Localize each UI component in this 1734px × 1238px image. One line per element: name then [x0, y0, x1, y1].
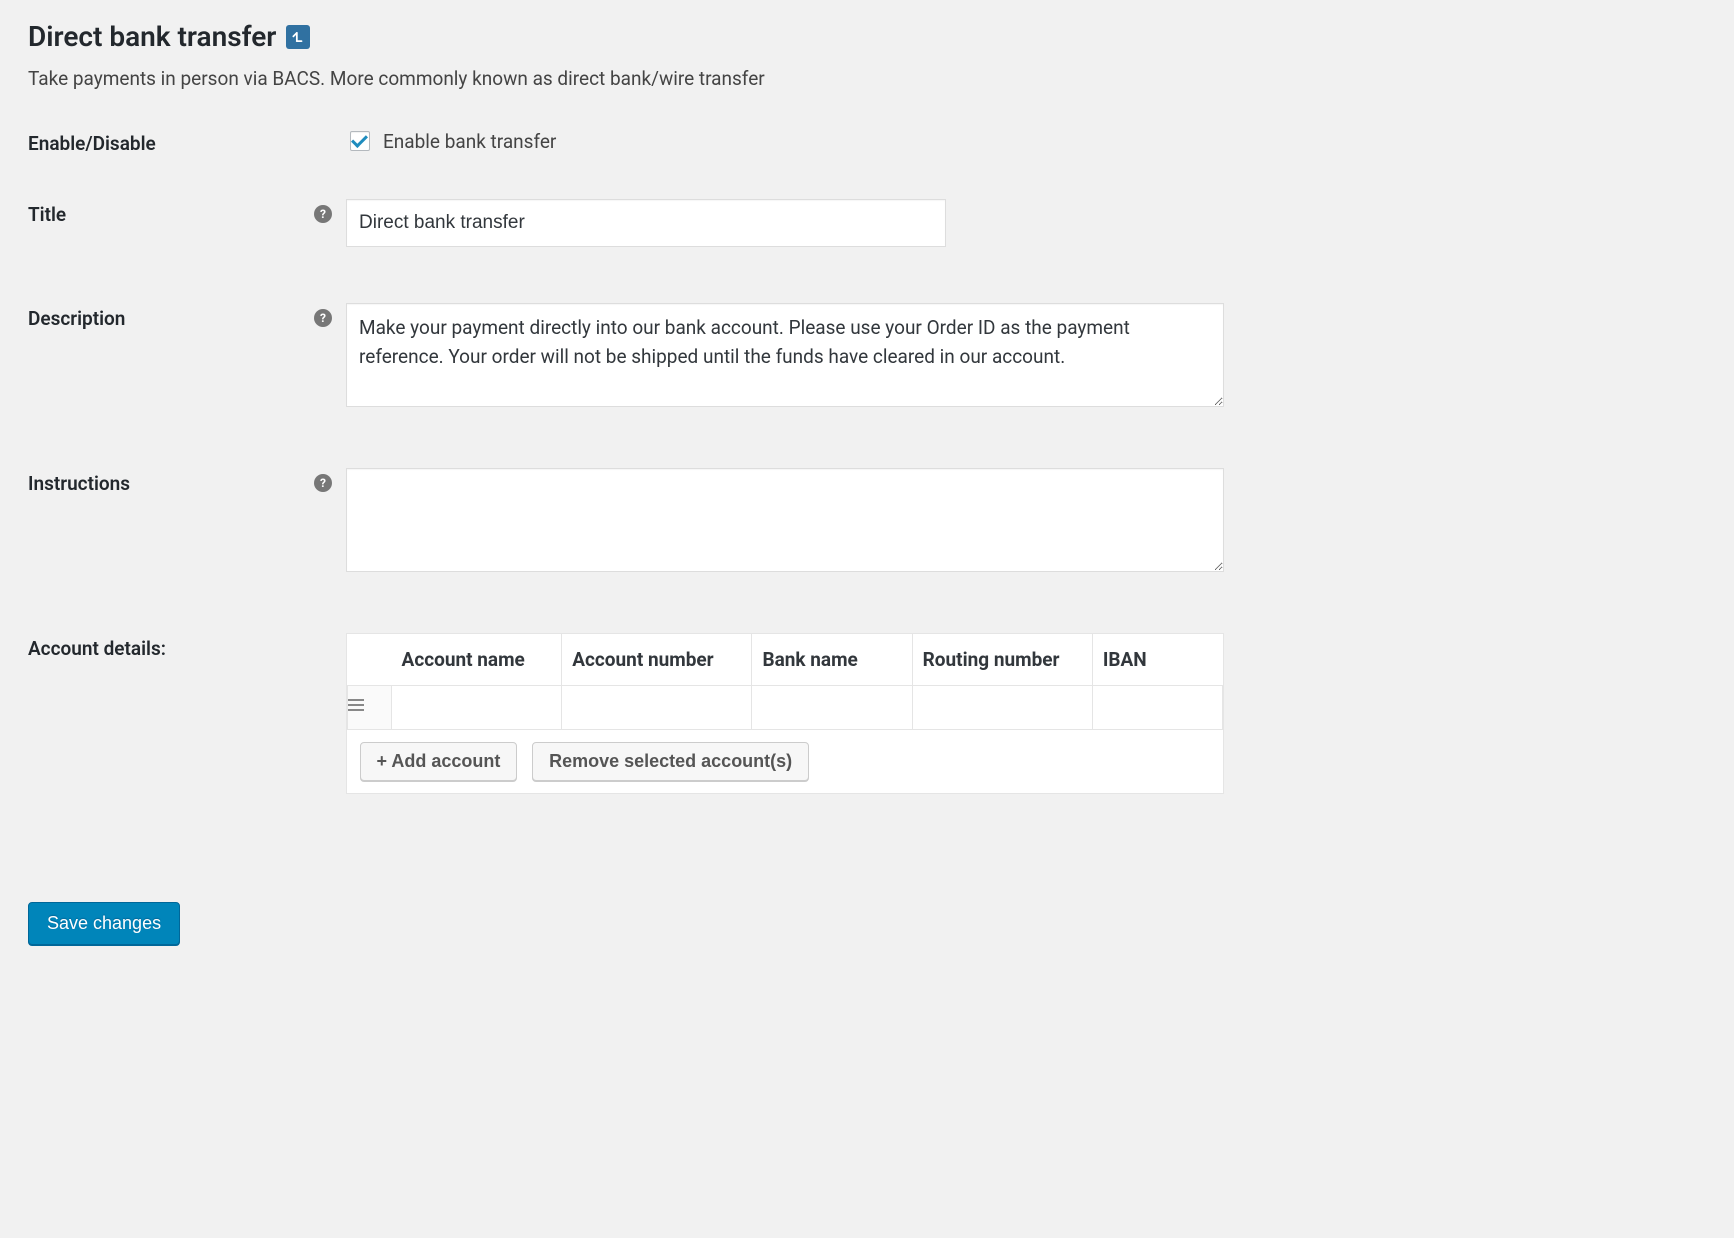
label-instructions: Instructions [28, 472, 130, 495]
cell-account-name[interactable] [392, 686, 561, 729]
cell-iban[interactable] [1093, 686, 1222, 729]
table-row [348, 686, 1223, 730]
cell-bank-name[interactable] [752, 686, 911, 729]
cell-routing-number[interactable] [913, 686, 1092, 729]
page-subtitle: Take payments in person via BACS. More c… [28, 67, 1266, 90]
cell-account-number[interactable] [562, 686, 751, 729]
col-account-name: Account name [392, 634, 562, 686]
row-account-details: Account details: Account name Account nu… [28, 633, 1266, 794]
label-title: Title [28, 203, 66, 226]
label-description: Description [28, 307, 125, 330]
row-description: Description ? [28, 303, 1266, 412]
col-routing-number: Routing number [912, 634, 1092, 686]
label-account-details: Account details: [28, 637, 166, 660]
help-icon[interactable]: ? [314, 474, 332, 492]
col-iban: IBAN [1092, 634, 1222, 686]
enable-checkbox-wrap[interactable]: Enable bank transfer [346, 128, 1266, 154]
enable-checkbox[interactable] [350, 131, 370, 151]
row-instructions: Instructions ? [28, 468, 1266, 577]
add-account-button[interactable]: + Add account [360, 742, 518, 781]
page-title-text: Direct bank transfer [28, 20, 276, 53]
row-enable: Enable/Disable Enable bank transfer [28, 128, 1266, 155]
col-account-number: Account number [562, 634, 752, 686]
description-textarea[interactable] [346, 303, 1224, 407]
col-bank-name: Bank name [752, 634, 912, 686]
page-title: Direct bank transfer [28, 20, 1266, 53]
accounts-table: Account name Account number Bank name Ro… [347, 634, 1223, 793]
enable-checkbox-label: Enable bank transfer [383, 130, 556, 153]
title-input[interactable] [346, 199, 946, 247]
remove-account-button[interactable]: Remove selected account(s) [532, 742, 809, 781]
row-title: Title ? [28, 199, 1266, 247]
label-enable-disable: Enable/Disable [28, 132, 156, 155]
help-icon[interactable]: ? [314, 309, 332, 327]
instructions-textarea[interactable] [346, 468, 1224, 572]
save-button[interactable]: Save changes [28, 902, 180, 945]
help-icon[interactable]: ? [314, 205, 332, 223]
back-icon[interactable] [286, 25, 310, 49]
drag-handle-icon[interactable] [348, 686, 392, 730]
accounts-panel: Account name Account number Bank name Ro… [346, 633, 1224, 794]
